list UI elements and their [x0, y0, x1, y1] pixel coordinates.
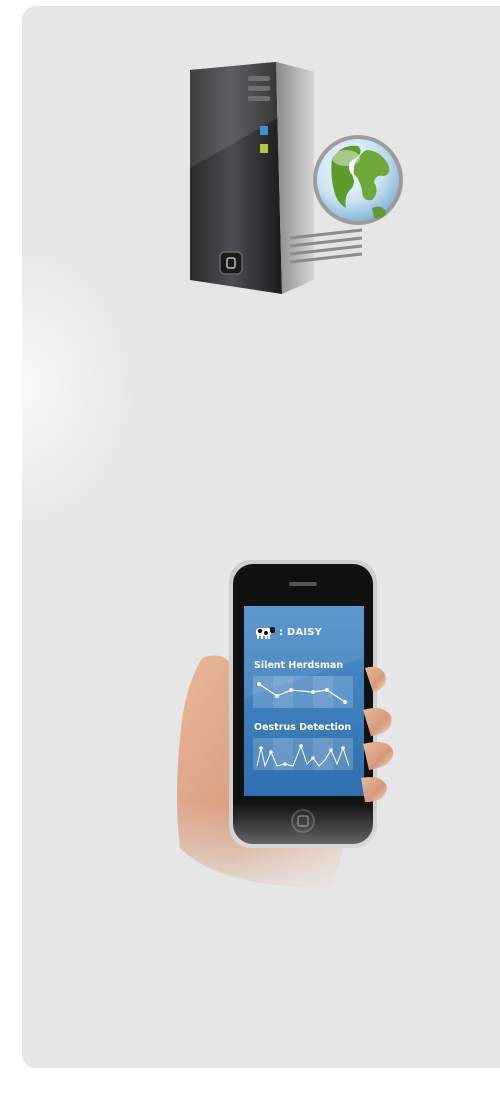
cow-icon	[256, 627, 275, 639]
cow-header: : DAISY	[254, 624, 322, 640]
phone-screen: : DAISY Silent Herdsman Oestrus Detectio…	[244, 606, 364, 796]
content-panel: : DAISY Silent Herdsman Oestrus Detectio…	[22, 6, 500, 1068]
oestrus-detection-title: Oestrus Detection	[254, 722, 352, 733]
silent-herdsman-title: Silent Herdsman	[254, 660, 344, 671]
web-server-globe-icon	[190, 62, 403, 294]
smartphone-in-hand: : DAISY Silent Herdsman Oestrus Detectio…	[157, 558, 407, 908]
silent-herdsman-chart	[253, 676, 353, 708]
cow-name-label: : DAISY	[279, 626, 323, 638]
oestrus-detection-chart	[253, 738, 353, 770]
panel-glare	[22, 236, 142, 536]
